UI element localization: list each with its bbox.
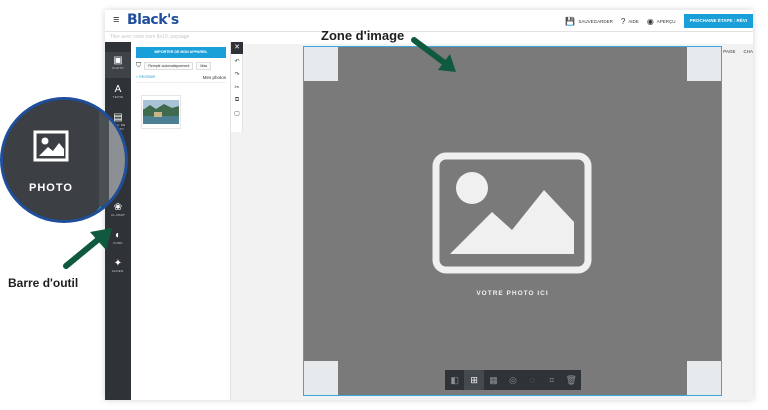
placeholder-label: Votre photo ici [476,290,549,297]
project-title[interactable]: Titre avec votre nom 8x10, paysage [110,34,189,40]
filter-icon[interactable]: ▦ [484,370,503,390]
bleed-corner [687,47,721,81]
change-button[interactable]: CHA [743,49,753,54]
help-button[interactable]: ? Aide [621,17,639,26]
panel-nav: < Revenir Mes photos [136,75,226,83]
tool-text-label: Texte [112,95,124,99]
autofill-button[interactable]: Remplir automatiquement [144,61,194,70]
photo-thumbnail[interactable] [141,95,181,129]
hide-button[interactable]: Mas [196,61,212,70]
save-label: Sauvegarder [578,18,613,24]
back-link[interactable]: < Revenir [136,75,155,79]
text-icon: A [114,84,122,95]
arrow-to-toolbar [63,228,112,269]
rotate-icon[interactable]: ◌ [523,370,542,390]
bleed-corner [304,47,338,81]
redo-icon[interactable]: ↷ [231,71,243,78]
logo: Black's [127,12,179,28]
next-step-button[interactable]: Prochaine étape : révi [683,14,753,28]
menu-icon[interactable]: ≡ [113,14,119,26]
photo-toolbar: ◧ ⊞ ▦ ◎ ◌ ⌗ 🗑 [445,370,581,390]
thumbnail-image [142,96,180,128]
delete-icon[interactable]: 🗑 [562,370,581,390]
import-button[interactable]: Importer de mon appareil [136,47,226,58]
top-actions: 💾 Sauvegarder ? Aide ◉ Aperçu Prochaine … [565,10,753,32]
grid-icon[interactable]: ⊞ [464,370,484,390]
edit-strip: ✕ ↶ ↷ ✂ ⧉ ▢ [231,42,243,132]
layers-icon[interactable]: ◧ [445,370,464,390]
tool-photo-label: Photo [112,66,124,70]
annotation-image-zone: Zone d'image [321,28,405,43]
copy-icon[interactable]: ⧉ [231,97,243,104]
bleed-corner [304,361,338,395]
tool-sidebar: ▣ Photo A Texte ▤ Bloc de photo ❀ Cl-par… [105,42,131,400]
save-button[interactable]: 💾 Sauvegarder [565,17,612,26]
adjust-icon[interactable]: ◎ [503,370,522,390]
image-placeholder-icon [432,152,592,274]
callout-label: PHOTO [29,182,73,194]
photo-tool-callout: PHOTO [0,97,128,223]
panel-heading: Mes photos [202,75,226,80]
paste-icon[interactable]: ▢ [231,110,243,117]
save-icon: 💾 [565,16,576,26]
photo-panel: Importer de mon appareil ⛉ Remplir autom… [131,42,231,400]
close-icon[interactable]: ✕ [231,42,243,54]
photo-icon [33,130,69,162]
filter-icon[interactable]: ⛉ [136,62,141,70]
cut-icon[interactable]: ✂ [231,84,243,91]
preview-button[interactable]: ◉ Aperçu [647,17,676,26]
photo-icon: ▣ [113,55,123,66]
eye-icon: ◉ [646,16,654,26]
help-icon: ? [620,16,626,26]
annotation-toolbar: Barre d'outil [8,276,79,290]
tool-photo[interactable]: ▣ Photo [105,52,131,78]
panel-options: ⛉ Remplir automatiquement Mas [136,61,231,70]
callout-divider [99,100,109,220]
image-zone[interactable]: Votre photo ici [303,46,722,396]
undo-icon[interactable]: ↶ [231,58,243,65]
help-label: Aide [628,18,639,24]
active-indicator [93,206,101,214]
tool-text[interactable]: A Texte [105,84,131,99]
crop-icon[interactable]: ⌗ [542,370,561,390]
tutorial-stage: ≡ Black's 💾 Sauvegarder ? Aide ◉ Aperçu … [0,0,768,410]
arrow-to-zone [411,37,456,72]
bleed-corner [687,361,721,395]
preview-label: Aperçu [656,18,676,24]
top-bar: ≡ Black's 💾 Sauvegarder ? Aide ◉ Aperçu … [105,10,753,32]
